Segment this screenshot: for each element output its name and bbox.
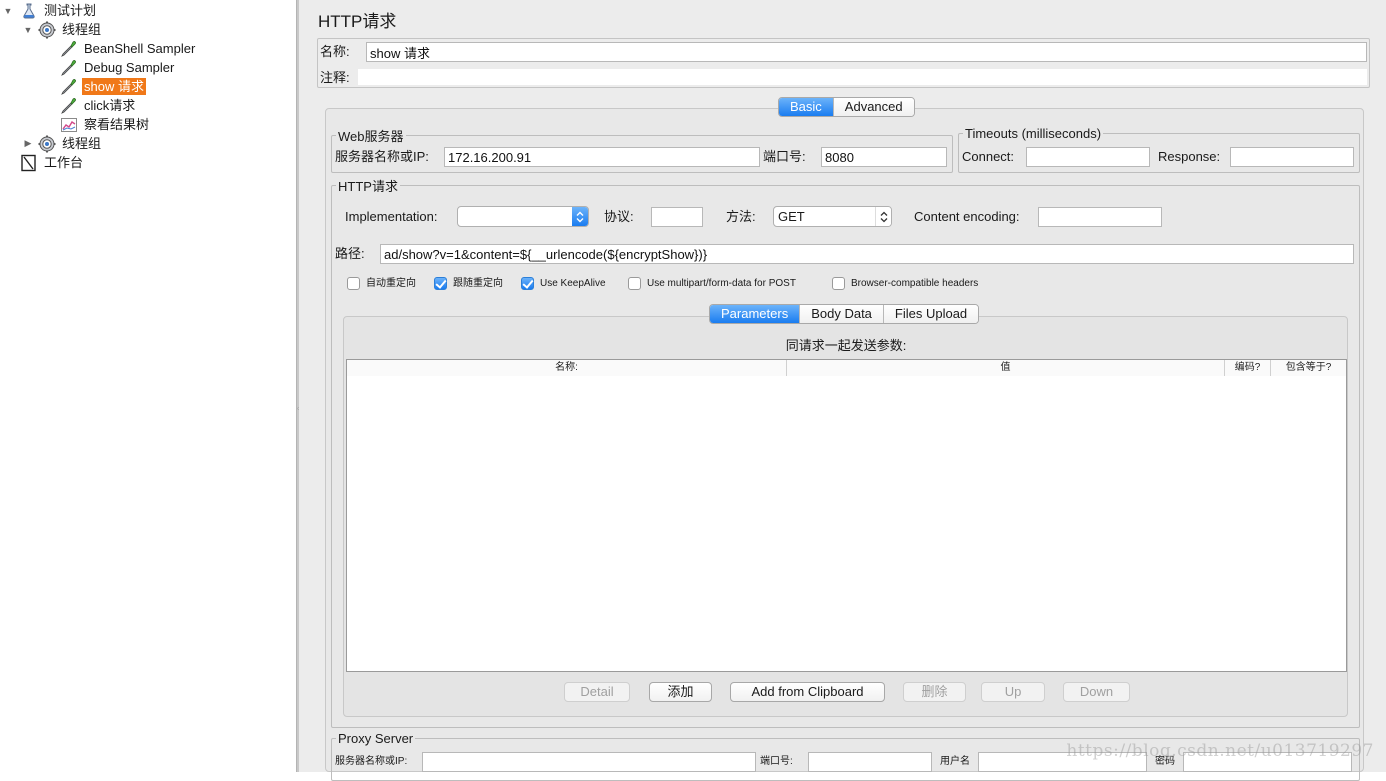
column-header-encode[interactable]: 编码? — [1225, 360, 1271, 376]
tree-node-label: 线程组 — [62, 136, 102, 151]
down-button[interactable]: Down — [1063, 682, 1130, 702]
column-header-name[interactable]: 名称: — [347, 360, 787, 376]
name-label: 名称: — [320, 44, 350, 59]
parameters-table[interactable]: 名称: 值 编码? 包含等于? — [346, 359, 1347, 672]
path-label: 路径: — [335, 246, 365, 261]
tree-node-label: show 请求 — [82, 78, 146, 95]
test-plan-icon — [20, 2, 38, 20]
method-select[interactable]: GET — [773, 206, 892, 227]
tree-node-show-request[interactable]: show 请求 — [60, 77, 146, 96]
tab-basic[interactable]: Basic — [779, 98, 834, 116]
tree-node-debug-sampler[interactable]: Debug Sampler — [60, 58, 176, 77]
config-tab-bar: Basic Advanced — [778, 97, 915, 117]
web-server-legend: Web服务器 — [338, 129, 404, 144]
tree-node-view-results-tree[interactable]: 察看结果树 — [60, 115, 151, 134]
auto-redirect-label: 自动重定向 — [366, 278, 416, 289]
expand-toggle-icon[interactable]: ▼ — [22, 25, 34, 35]
tree-node-workbench[interactable]: 工作台 — [20, 153, 85, 172]
http-request-panel: HTTP请求 名称: 注释: Basic Advanced Web服务器 服务器… — [299, 0, 1386, 781]
sampler-dropper-icon — [60, 40, 78, 58]
protocol-label: 协议: — [604, 209, 634, 224]
sampler-dropper-icon — [60, 97, 78, 115]
sampler-dropper-icon — [60, 59, 78, 77]
method-value: GET — [778, 209, 805, 224]
select-stepper-icon — [875, 207, 891, 226]
path-input[interactable] — [380, 244, 1354, 264]
method-label: 方法: — [726, 209, 756, 224]
tree-node-label: 察看结果树 — [84, 117, 150, 132]
parameter-tab-bar: Parameters Body Data Files Upload — [709, 304, 980, 324]
column-header-value[interactable]: 值 — [787, 360, 1225, 376]
proxy-server-legend: Proxy Server — [338, 731, 414, 746]
browser-headers-label: Browser-compatible headers — [851, 278, 979, 289]
tree-node-thread-group[interactable]: ▼ 线程组 — [22, 20, 103, 39]
tree-node-click-request[interactable]: click请求 — [60, 96, 137, 115]
http-request-legend: HTTP请求 — [338, 179, 398, 194]
thread-group-gear-icon — [38, 135, 56, 153]
up-button[interactable]: Up — [981, 682, 1045, 702]
content-encoding-label: Content encoding: — [914, 209, 1020, 224]
tab-parameters[interactable]: Parameters — [710, 305, 801, 323]
follow-redirect-label: 跟随重定向 — [453, 278, 503, 289]
response-timeout-input[interactable] — [1230, 147, 1354, 167]
test-plan-tree: ▼ 测试计划 ▼ 线程组 BeanShell Sampler Debug Sam… — [0, 0, 296, 772]
proxy-port-label: 端口号: — [760, 756, 793, 767]
expand-toggle-icon[interactable]: ▼ — [2, 6, 14, 16]
expand-toggle-icon[interactable]: ▶ — [22, 138, 34, 149]
multipart-checkbox[interactable] — [628, 277, 641, 290]
add-button[interactable]: 添加 — [649, 682, 712, 702]
thread-group-gear-icon — [38, 21, 56, 39]
server-port-input[interactable] — [821, 147, 947, 167]
delete-button[interactable]: 删除 — [903, 682, 966, 702]
workbench-icon — [20, 154, 38, 172]
implementation-label: Implementation: — [345, 209, 438, 224]
tree-node-thread-group-2[interactable]: ▶ 线程组 — [22, 134, 103, 153]
response-timeout-label: Response: — [1158, 149, 1221, 164]
results-chart-icon — [60, 116, 78, 134]
column-header-include-equals[interactable]: 包含等于? — [1271, 360, 1346, 376]
multipart-label: Use multipart/form-data for POST — [647, 278, 796, 289]
follow-redirect-checkbox[interactable] — [434, 277, 447, 290]
proxy-host-label: 服务器名称或IP: — [335, 756, 408, 767]
tab-advanced[interactable]: Advanced — [833, 98, 914, 116]
comment-input[interactable] — [358, 69, 1367, 85]
content-encoding-input[interactable] — [1038, 207, 1162, 227]
implementation-select[interactable] — [457, 206, 589, 227]
tree-node-label: 线程组 — [62, 22, 102, 37]
name-input[interactable] — [366, 42, 1367, 62]
parameters-caption: 同请求一起发送参数: — [785, 338, 907, 353]
watermark-text: https://blog.csdn.net/u013719297 — [1066, 741, 1374, 761]
tree-node-label: 工作台 — [44, 155, 84, 170]
tab-files-upload[interactable]: Files Upload — [883, 305, 979, 323]
server-port-label: 端口号: — [763, 149, 806, 164]
tree-node-beanshell-sampler[interactable]: BeanShell Sampler — [60, 39, 197, 58]
proxy-port-input[interactable] — [808, 752, 932, 772]
tree-node-test-plan[interactable]: ▼ 测试计划 — [2, 1, 98, 20]
keepalive-label: Use KeepAlive — [540, 278, 606, 289]
comment-label: 注释: — [320, 70, 350, 85]
sampler-dropper-icon — [60, 78, 78, 96]
tab-body-data[interactable]: Body Data — [800, 305, 884, 323]
timeouts-legend: Timeouts (milliseconds) — [965, 126, 1102, 141]
auto-redirect-checkbox[interactable] — [347, 277, 360, 290]
page-title: HTTP请求 — [318, 12, 397, 31]
proxy-host-input[interactable] — [422, 752, 756, 772]
select-stepper-icon — [572, 207, 588, 226]
connect-timeout-label: Connect: — [962, 149, 1015, 164]
tree-node-label: Debug Sampler — [84, 60, 175, 75]
protocol-input[interactable] — [651, 207, 703, 227]
detail-button[interactable]: Detail — [564, 682, 630, 702]
proxy-username-label: 用户名 — [940, 756, 970, 767]
browser-headers-checkbox[interactable] — [832, 277, 845, 290]
connect-timeout-input[interactable] — [1026, 147, 1150, 167]
server-host-label: 服务器名称或IP: — [335, 149, 429, 164]
tree-node-label: BeanShell Sampler — [84, 41, 196, 56]
server-host-input[interactable] — [444, 147, 760, 167]
keepalive-checkbox[interactable] — [521, 277, 534, 290]
add-from-clipboard-button[interactable]: Add from Clipboard — [730, 682, 885, 702]
tree-node-label: 测试计划 — [44, 3, 97, 18]
tree-node-label: click请求 — [84, 98, 136, 113]
